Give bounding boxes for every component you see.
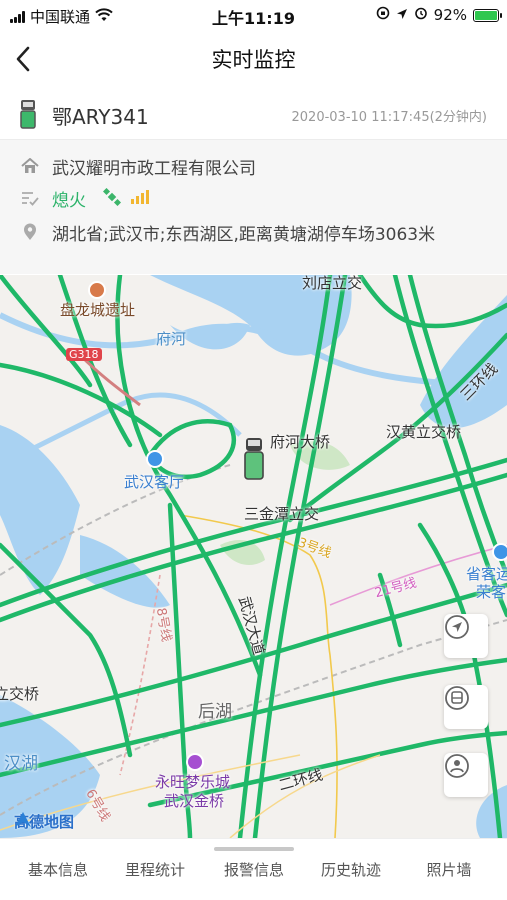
map-label: 盘龙城遗址 — [60, 301, 136, 319]
license-plate: 鄂ARY341 — [52, 105, 149, 129]
location-arrow-icon — [396, 6, 408, 24]
battery-icon — [473, 8, 502, 22]
tab-basic-info[interactable]: 基本信息 — [8, 859, 108, 880]
tab-history-track[interactable]: 历史轨迹 — [301, 859, 401, 880]
map-label: 刘店立交 — [302, 275, 363, 292]
truck-marker-icon — [244, 438, 264, 480]
company-name: 武汉耀明市政工程有限公司 — [52, 158, 256, 179]
tab-photo-wall[interactable]: 照片墙 — [399, 859, 499, 880]
map-label: 府河大桥 — [270, 433, 331, 451]
navigation-bar: 实时监控 — [0, 30, 507, 86]
alarm-icon — [414, 6, 428, 24]
map-label: 汉湖 — [4, 754, 38, 774]
bus-icon — [445, 686, 469, 710]
map-label: 武汉金桥 — [164, 792, 225, 810]
home-icon — [20, 156, 40, 176]
truck-icon — [20, 99, 36, 133]
status-bar: 中国联通 上午11:19 92% — [0, 0, 507, 30]
amap-logo-icon — [15, 812, 31, 827]
map-label: 荣客 — [476, 583, 507, 601]
map-label: 武汉客厅 — [124, 473, 185, 491]
amap-logo: 高德地图 — [14, 811, 74, 832]
map-label: 汉黄立交桥 — [386, 423, 462, 441]
bus-station-poi-icon — [492, 543, 507, 561]
map-label: 立交桥 — [0, 685, 40, 703]
navigation-arrow-icon — [445, 615, 469, 639]
map-label: 永旺梦乐城 — [155, 773, 231, 791]
battery-percent: 92% — [433, 6, 467, 24]
station-poi-icon — [146, 450, 164, 468]
map-label: 府河 — [156, 330, 187, 348]
map-view[interactable]: 刘店立交 盘龙城遗址 G318 府河 府河大桥 汉黄立交桥 三环线 武汉客厅 三… — [0, 275, 507, 838]
location-address: 湖北省;武汉市;东西湖区,距离黄塘湖停车场3063米 — [52, 224, 436, 245]
page-title: 实时监控 — [211, 48, 296, 72]
tab-indicator — [214, 847, 294, 851]
locate-button[interactable] — [444, 614, 488, 658]
status-row: 熄火 — [0, 186, 507, 211]
checklist-icon — [20, 188, 40, 208]
company-row: 武汉耀明市政工程有限公司 — [0, 154, 507, 179]
vehicle-center-button[interactable] — [444, 685, 488, 729]
tab-alarm-info[interactable]: 报警信息 — [204, 859, 304, 880]
highway-shield: G318 — [66, 348, 102, 361]
museum-poi-icon — [88, 281, 106, 299]
location-pin-icon — [20, 222, 40, 242]
map-label: 后湖 — [198, 702, 232, 722]
tab-mileage-stats[interactable]: 里程统计 — [105, 859, 205, 880]
vehicle-info-panel: 武汉耀明市政工程有限公司 熄火 湖北省;武汉市;东西湖区,距离黄塘湖停车场306… — [0, 140, 507, 274]
orientation-lock-icon — [376, 6, 390, 24]
user-location-button[interactable] — [444, 753, 488, 797]
map-label: 三金潭立交 — [244, 505, 320, 523]
vehicle-header: 鄂ARY341 2020-03-10 11:17:45(2分钟内) — [0, 88, 507, 140]
last-update-time: 2020-03-10 11:17:45(2分钟内) — [291, 110, 487, 125]
signal-strength-icon — [131, 189, 149, 204]
engine-status: 熄火 — [52, 190, 86, 211]
shopping-poi-icon — [186, 753, 204, 771]
bottom-tab-bar: 基本信息 里程统计 报警信息 历史轨迹 照片墙 — [0, 838, 507, 900]
person-icon — [445, 754, 469, 778]
location-row: 湖北省;武汉市;东西湖区,距离黄塘湖停车场3063米 — [0, 220, 507, 245]
satellite-icon — [102, 187, 122, 210]
